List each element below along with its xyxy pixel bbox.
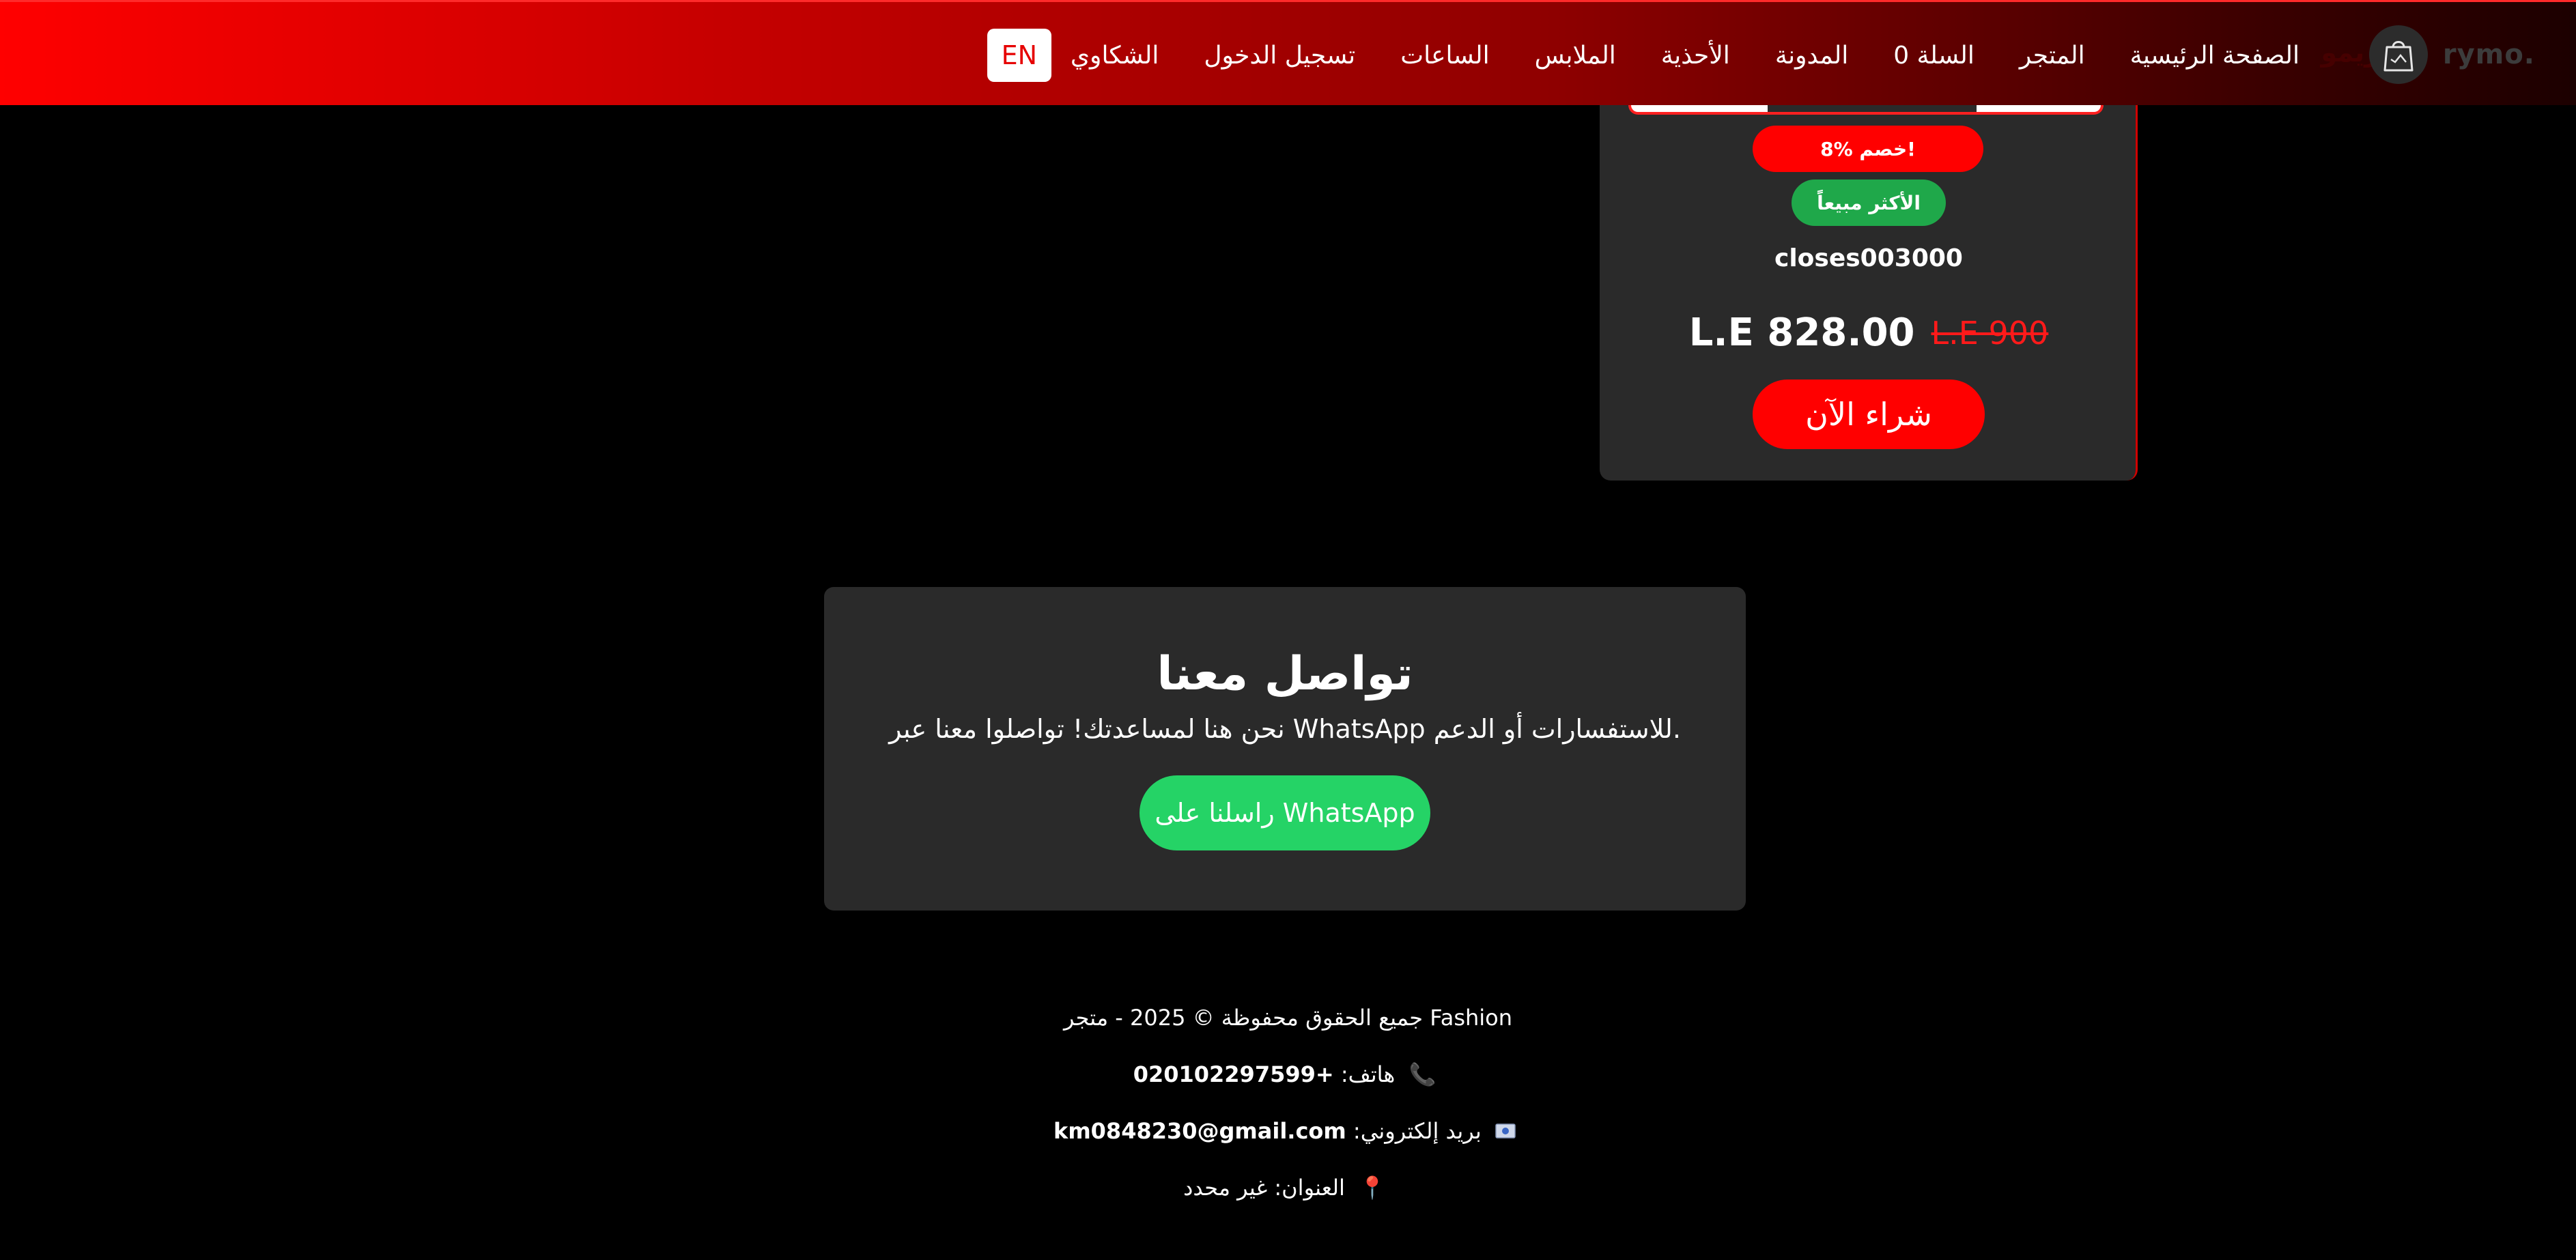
nav-watches[interactable]: الساعات [1400, 42, 1489, 70]
nav-complaints[interactable]: الشكاوي [1071, 42, 1159, 70]
phone-value[interactable]: +020102297599 [1133, 1061, 1334, 1087]
nav-cart[interactable]: السلة 0 [1893, 42, 1975, 70]
footer-copyright: جميع الحقوق محفوظة © 2025 - متجر Fashion [1063, 1005, 1513, 1031]
nav-home[interactable]: الصفحة الرئيسية [2130, 42, 2299, 70]
discount-badge: 8% خصم! [1753, 126, 1983, 172]
language-toggle-button[interactable]: EN [987, 29, 1051, 82]
whatsapp-button[interactable]: راسلنا على WhatsApp [1140, 775, 1430, 850]
pin-icon: 📍 [1359, 1175, 1386, 1201]
nav-login[interactable]: تسجيل الدخول [1204, 42, 1355, 70]
price-current: L.E 828.00 [1688, 311, 1915, 355]
shopping-bag-icon [2368, 25, 2428, 84]
price-row: L.E 828.00 L.E 900 [1600, 311, 2138, 355]
email-value[interactable]: km0848230@gmail.com [1053, 1118, 1346, 1144]
email-label: بريد إلكتروني: [1353, 1118, 1482, 1144]
main-nav: الصفحة الرئيسية المتجر السلة 0 المدونة ا… [987, 28, 2299, 83]
price-old: L.E 900 [1931, 314, 2049, 352]
address-value: غير محدد [1183, 1175, 1268, 1201]
footer-email: بريد إلكتروني: km0848230@gmail.com [0, 1118, 2576, 1144]
product-card[interactable]: 8% خصم! الأكثر مبيعاً closes003000 L.E 8… [1600, 68, 2138, 481]
contact-section: تواصل معنا نحن هنا لمساعدتك! تواصلوا معن… [824, 587, 1746, 911]
address-label: العنوان: [1274, 1175, 1345, 1201]
contact-description: نحن هنا لمساعدتك! تواصلوا معنا عبر Whats… [889, 714, 1681, 744]
brand[interactable]: rymo. [2368, 25, 2535, 84]
nav-shop[interactable]: المتجر [2020, 42, 2085, 70]
nav-shoes[interactable]: الأحذية [1661, 42, 1730, 70]
contact-title: تواصل معنا [1157, 647, 1413, 701]
bestseller-badge: الأكثر مبيعاً [1792, 180, 1946, 226]
product-name[interactable]: closes003000 [1600, 244, 2138, 272]
footer-address: 📍 العنوان: غير محدد [0, 1175, 2576, 1201]
nav-blog[interactable]: المدونة [1775, 42, 1848, 70]
phone-label: هاتف: [1340, 1061, 1396, 1087]
phone-icon: 📞 [1409, 1061, 1436, 1087]
brand-name: rymo. [2442, 39, 2535, 70]
buy-now-button[interactable]: شراء الآن [1753, 380, 1985, 449]
nav-clothes[interactable]: الملابس [1535, 42, 1616, 70]
footer-phone: 📞 هاتف: +020102297599 [0, 1061, 2576, 1087]
email-icon [1495, 1118, 1516, 1144]
top-navbar: ريمو rymo. الصفحة الرئيسية المتجر السلة … [0, 0, 2576, 105]
